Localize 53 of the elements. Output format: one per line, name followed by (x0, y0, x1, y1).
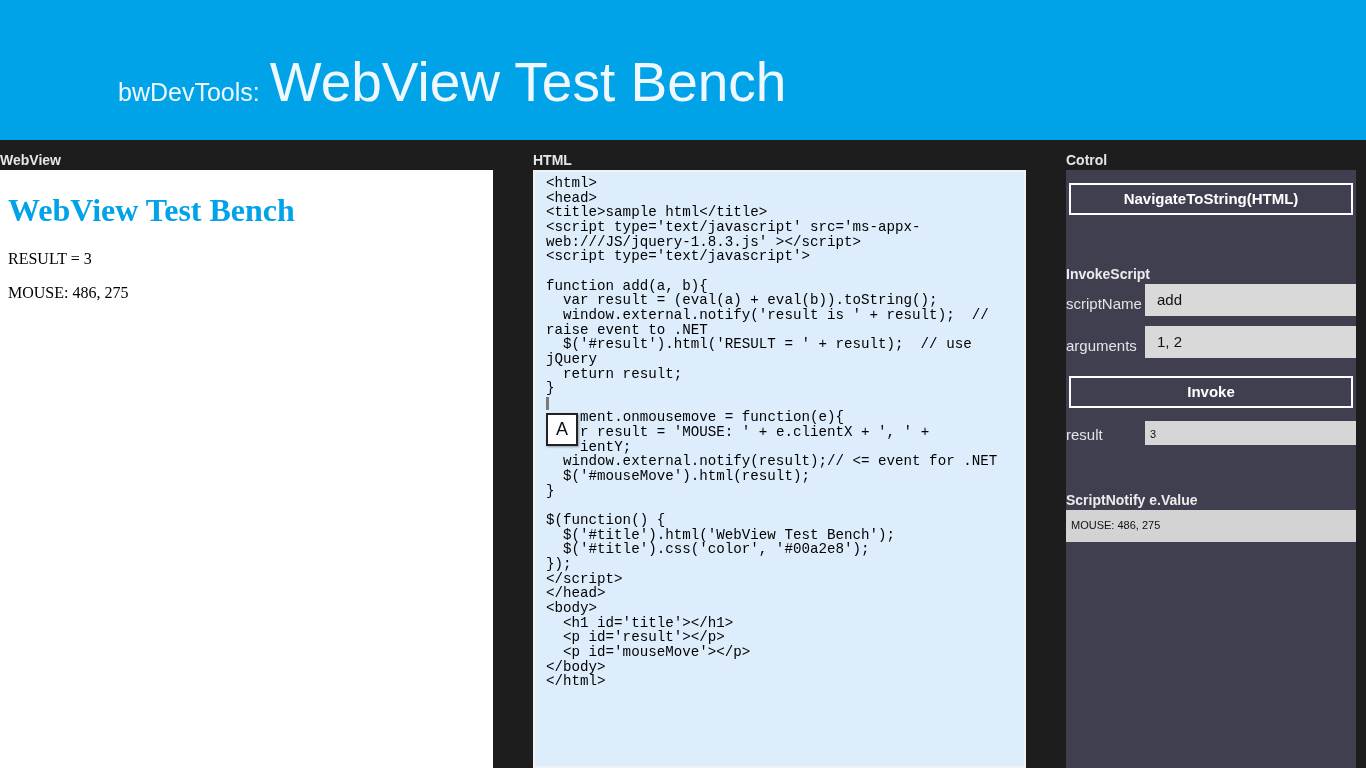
code-editor-field[interactable] (533, 170, 1026, 768)
field-label: arguments (1066, 336, 1137, 356)
code-line: function add(a, b){ (546, 277, 708, 294)
code-line: } (546, 380, 555, 397)
pane-label: WebView (0, 151, 61, 170)
code-line: <p id='mouseMove'></p> (562, 643, 751, 660)
text-field[interactable]: 1, 2 (1145, 326, 1356, 358)
code-line: <script type='text/javascript' src='ms-appx- (546, 218, 921, 235)
input-mode-indicator: A (546, 413, 578, 447)
page-text: MOUSE: 486, 275 (8, 284, 129, 302)
output-field: 3 (1145, 421, 1356, 445)
code-line: ment.onmousemove = function(e){ (580, 409, 844, 426)
output-field: MOUSE: 486, 275 (1066, 510, 1356, 542)
code-line: <p id='result'></p> (562, 629, 725, 646)
code-line: </body> (546, 658, 606, 675)
invoke-button[interactable]: Invoke (1069, 376, 1353, 408)
code-line: </head> (546, 585, 606, 602)
pane-label: Cotrol (1066, 151, 1108, 170)
code-line: raise event to .NET (546, 321, 708, 338)
navigate-button[interactable]: NavigateToString(HTML) (1069, 183, 1353, 215)
section-heading: ScriptNotify e.Value (1066, 491, 1198, 510)
app-title: WebView Test Bench (269, 52, 787, 112)
code-line: $('#title').css('color', '#00a2e8'); (563, 541, 870, 558)
field-label: result (1066, 425, 1103, 445)
code-line: $(function() { (546, 512, 666, 529)
code-line: <body> (546, 600, 598, 616)
code-line: return result; (563, 365, 683, 382)
field-label: scriptName (1066, 294, 1142, 314)
code-line: <head> (546, 189, 598, 206)
code-line: $('#title').html('WebView Test Bench'); (563, 526, 896, 543)
code-line: web:///JS/jquery-1.8.3.js' ></script> (546, 233, 861, 250)
page-text: RESULT = 3 (8, 250, 92, 268)
code-line: <title>sample html</title> (546, 204, 768, 221)
code-line: window.external.notify('result is ' + result); // (562, 306, 989, 323)
code-line: } (546, 482, 555, 499)
code-line: jQuery (546, 350, 598, 367)
code-line: $('#result').html('RESULT = ' + result); // use (563, 336, 972, 353)
code-line: window.external.notify(result);// <= event for .NET (562, 453, 998, 470)
pane-label: HTML (533, 151, 572, 170)
code-line: </html> (546, 673, 606, 690)
code-line: </script> (546, 570, 623, 587)
code-line: <h1 id='title'></h1> (563, 614, 734, 631)
code-line: r result = 'MOUSE: ' + e.clientX + ', ' + (580, 424, 930, 441)
code-line: var result = (eval(a) + eval(b)).toString(); (562, 292, 938, 309)
code-line: <html> (546, 175, 598, 191)
code-line: }); (546, 556, 572, 572)
text-field[interactable]: add (1145, 284, 1356, 316)
section-heading: InvokeScript (1066, 265, 1151, 284)
app-subtitle: bwDevTools: (118, 77, 260, 108)
code-line: ientY; (580, 438, 632, 455)
code-line: $('#mouseMove').html(result); (562, 468, 810, 485)
code-line: <script type='text/javascript'> (546, 248, 810, 265)
page-heading: WebView Test Bench (8, 192, 295, 229)
